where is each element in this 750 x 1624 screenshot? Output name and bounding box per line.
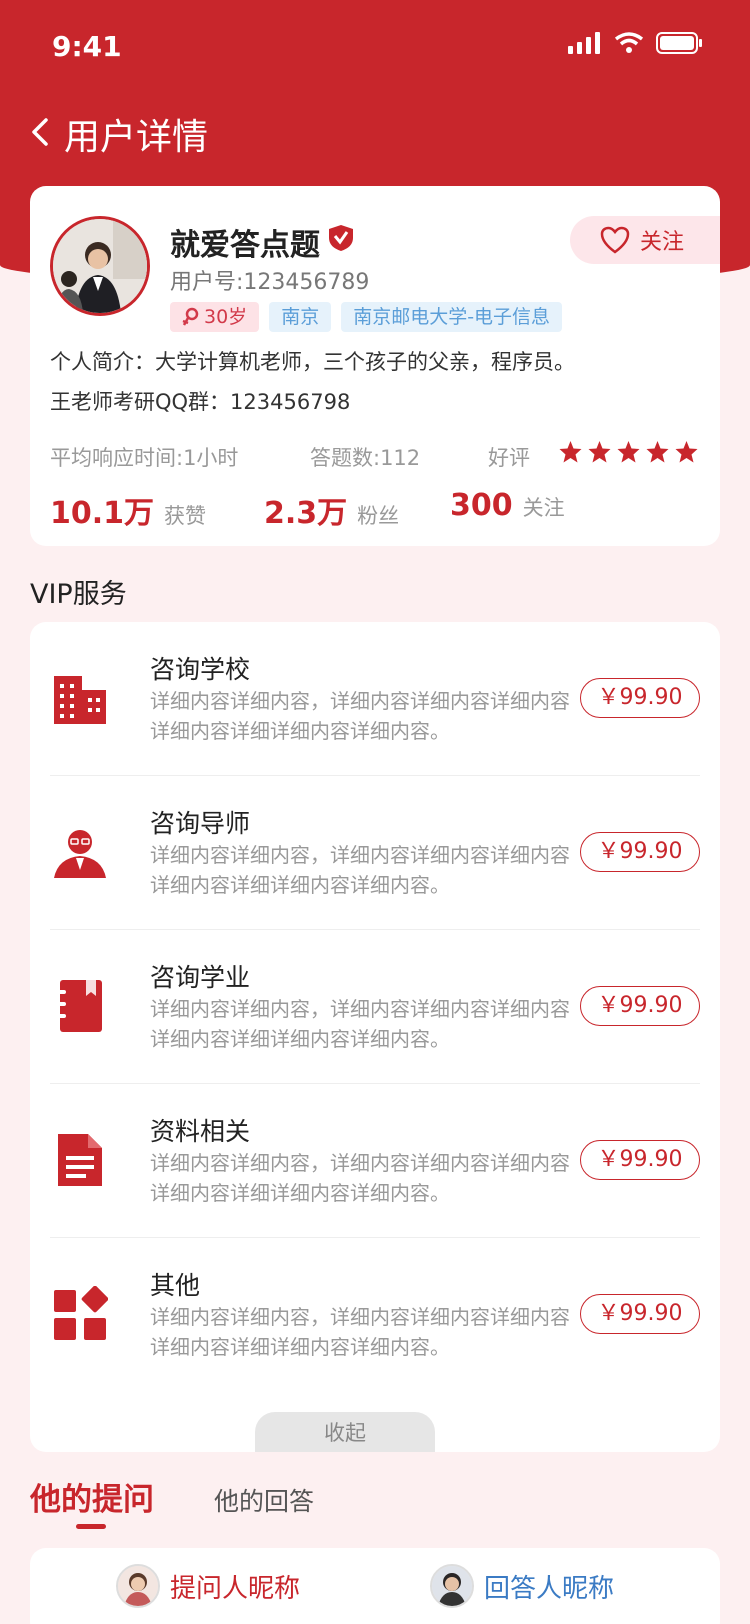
- following-label: 关注: [522, 496, 565, 520]
- vip-section-title: VIP服务: [30, 579, 127, 610]
- price-button[interactable]: ￥99.90: [580, 832, 700, 872]
- avatar-photo-icon: [53, 219, 147, 313]
- status-icons: [568, 32, 702, 54]
- teacher-icon: [54, 830, 106, 878]
- status-time: 9:41: [52, 30, 122, 63]
- document-icon: [58, 1134, 102, 1186]
- collapse-button[interactable]: 收起: [255, 1412, 435, 1452]
- service-item[interactable]: 咨询学校 详细内容详细内容，详细内容详细内容详细内容详细内容详细详细内容详细内容…: [50, 622, 700, 776]
- qq-group-text: 王老师考研QQ群：123456798: [50, 390, 351, 414]
- star-icon: [588, 441, 611, 463]
- fans-value: 2.3万: [264, 496, 348, 531]
- answerer[interactable]: 回答人昵称: [430, 1564, 614, 1608]
- vip-services-card: 咨询学校 详细内容详细内容，详细内容详细内容详细内容详细内容详细详细内容详细内容…: [30, 622, 720, 1452]
- bio-text: 个人简介：大学计算机老师，三个孩子的父亲，程序员。: [50, 350, 575, 374]
- service-name: 其他: [150, 1271, 201, 1300]
- service-desc: 详细内容详细内容，详细内容详细内容详细内容详细内容详细详细内容详细内容。: [150, 843, 570, 897]
- star-icon: [617, 441, 640, 463]
- status-bar: 9:41: [0, 0, 750, 90]
- building-icon: [54, 676, 106, 724]
- price-button[interactable]: ￥99.90: [580, 986, 700, 1026]
- female-icon: [182, 307, 199, 326]
- back-arrow-icon[interactable]: [26, 112, 56, 152]
- price-button[interactable]: ￥99.90: [580, 1140, 700, 1180]
- following-count[interactable]: 300 关注: [450, 488, 565, 523]
- likes-value: 10.1万: [50, 496, 155, 531]
- service-item[interactable]: 其他 详细内容详细内容，详细内容详细内容详细内容详细内容详细详细内容详细内容。 …: [50, 1238, 700, 1392]
- rating-label: 好评: [488, 446, 530, 470]
- tab-questions[interactable]: 他的提问: [30, 1474, 154, 1519]
- answer-count: 答题数:112: [310, 446, 421, 470]
- star-icon: [559, 441, 582, 463]
- service-desc: 详细内容详细内容，详细内容详细内容详细内容详细内容详细详细内容详细内容。: [150, 1151, 570, 1205]
- following-value: 300: [450, 488, 513, 523]
- school-tag: 南京邮电大学-电子信息: [341, 302, 563, 332]
- apps-icon: [54, 1286, 108, 1340]
- fans-label: 粉丝: [357, 504, 400, 528]
- service-item[interactable]: 资料相关 详细内容详细内容，详细内容详细内容详细内容详细内容详细详细内容详细内容…: [50, 1084, 700, 1238]
- service-name: 咨询学业: [150, 963, 251, 992]
- user-id: 用户号:123456789: [170, 270, 370, 295]
- signal-icon: [568, 32, 600, 54]
- tab-answers[interactable]: 他的回答: [214, 1482, 314, 1518]
- answerer-name: 回答人昵称: [484, 1573, 615, 1604]
- service-name: 资料相关: [150, 1117, 251, 1146]
- avatar[interactable]: [50, 216, 150, 316]
- service-desc: 详细内容详细内容，详细内容详细内容详细内容详细内容详细详细内容详细内容。: [150, 997, 570, 1051]
- likes-count: 10.1万 获赞: [50, 488, 206, 532]
- service-name: 咨询学校: [150, 655, 251, 684]
- star-icon: [675, 441, 698, 463]
- asker-name: 提问人昵称: [170, 1573, 301, 1604]
- age-tag: 30岁: [170, 302, 260, 332]
- question-answer-tabs: 他的提问 他的回答: [30, 1474, 720, 1534]
- star-icon: [646, 441, 669, 463]
- avg-response: 平均响应时间:1小时: [50, 446, 239, 470]
- price-button[interactable]: ￥99.90: [580, 678, 700, 718]
- service-name: 咨询导师: [150, 809, 251, 838]
- nav-bar: 用户详情: [0, 100, 750, 170]
- notebook-icon: [56, 980, 102, 1032]
- fans-count[interactable]: 2.3万 粉丝: [264, 488, 399, 532]
- service-desc: 详细内容详细内容，详细内容详细内容详细内容详细内容详细详细内容详细内容。: [150, 689, 570, 743]
- qa-item-card[interactable]: 提问人昵称 回答人昵称: [30, 1548, 720, 1624]
- wifi-icon: [614, 32, 644, 53]
- asker[interactable]: 提问人昵称: [116, 1564, 300, 1608]
- service-item[interactable]: 咨询导师 详细内容详细内容，详细内容详细内容详细内容详细内容详细详细内容详细内容…: [50, 776, 700, 930]
- rating-stars: [558, 440, 699, 464]
- active-tab-indicator: [76, 1524, 106, 1529]
- follow-label: 关注: [640, 230, 685, 255]
- user-name: 就爱答点题: [170, 228, 320, 263]
- verified-badge-icon: [329, 225, 353, 251]
- battery-icon: [656, 32, 702, 54]
- likes-label: 获赞: [164, 504, 207, 528]
- price-button[interactable]: ￥99.90: [580, 1294, 700, 1334]
- heart-icon: [600, 226, 630, 254]
- service-item[interactable]: 咨询学业 详细内容详细内容，详细内容详细内容详细内容详细内容详细详细内容详细内容…: [50, 930, 700, 1084]
- age-tag-label: 30岁: [204, 306, 248, 328]
- page-title: 用户详情: [64, 117, 209, 158]
- asker-avatar: [116, 1564, 160, 1608]
- profile-card: 就爱答点题 用户号:123456789 30岁 南京 南京邮电大学-电子信息 关…: [30, 186, 720, 546]
- answerer-avatar: [430, 1564, 474, 1608]
- profile-tags: 30岁 南京 南京邮电大学-电子信息: [170, 302, 563, 332]
- service-desc: 详细内容详细内容，详细内容详细内容详细内容详细内容详细详细内容详细内容。: [150, 1305, 570, 1359]
- follow-button[interactable]: 关注: [570, 216, 720, 264]
- city-tag: 南京: [269, 302, 332, 332]
